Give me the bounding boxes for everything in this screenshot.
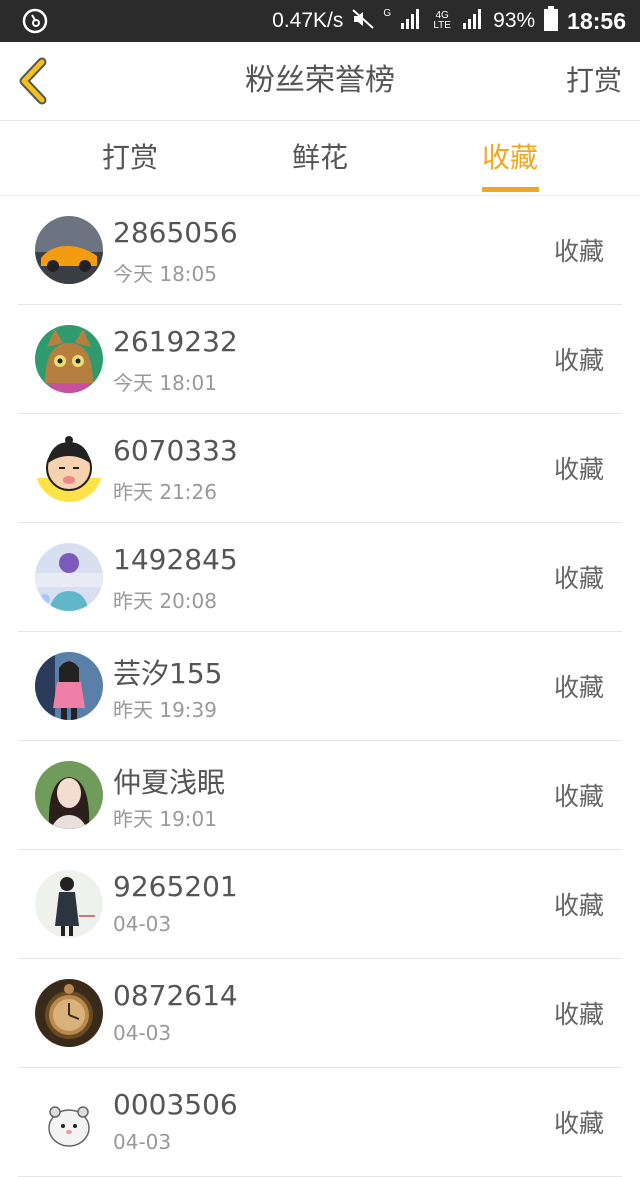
favorite-label: 收藏	[553, 1109, 604, 1138]
clock: 18:56	[567, 7, 626, 34]
avatar	[35, 979, 103, 1047]
page-title: 粉丝荣誉榜	[245, 63, 395, 98]
network-type-lte: 4G LTE	[433, 10, 451, 31]
avatar	[35, 325, 103, 393]
favorite-label: 收藏	[553, 455, 604, 484]
notification-icon	[22, 8, 48, 34]
fan-name: 2865056	[113, 216, 238, 249]
fan-time: 04-03	[113, 1021, 172, 1045]
avatar	[35, 543, 103, 611]
fan-name: 2619232	[113, 325, 238, 358]
list-item[interactable]: 芸汐155 昨天 19:39 收藏	[18, 632, 622, 741]
tab-flowers[interactable]: 鲜花	[260, 121, 380, 195]
battery-icon	[543, 6, 559, 36]
list-item[interactable]: 0003506 04-03 收藏	[18, 1068, 622, 1177]
avatar	[35, 761, 103, 829]
list-item[interactable]: 2865056 今天 18:05 收藏	[18, 196, 622, 305]
avatar	[35, 1088, 103, 1156]
status-bar: 0.47K/s G 4G LTE 93% 18:56	[0, 0, 640, 42]
fan-name: 6070333	[113, 434, 238, 467]
favorite-label: 收藏	[553, 673, 604, 702]
network-type-g: G	[383, 8, 392, 19]
list-item[interactable]: 9265201 04-03 收藏	[18, 850, 622, 959]
app-header: 粉丝荣誉榜 打赏	[0, 42, 640, 121]
list-item[interactable]: 0872614 04-03 收藏	[18, 959, 622, 1068]
fan-name: 仲夏浅眠	[113, 766, 226, 799]
tab-bar: 打赏 鲜花 收藏	[0, 121, 640, 196]
battery-percent: 93%	[493, 9, 536, 32]
tab-favorites[interactable]: 收藏	[450, 121, 570, 195]
fan-time: 昨天 19:39	[113, 698, 217, 722]
fan-name: 0003506	[113, 1088, 238, 1121]
list-item[interactable]: 2619232 今天 18:01 收藏	[18, 305, 622, 414]
fan-name: 1492845	[113, 543, 238, 576]
list-item[interactable]: 1492845 昨天 20:08 收藏	[18, 523, 622, 632]
favorite-label: 收藏	[553, 891, 604, 920]
avatar	[35, 870, 103, 938]
active-tab-indicator	[482, 187, 539, 192]
fan-name: 9265201	[113, 870, 238, 903]
signal-icon	[399, 7, 423, 35]
favorite-label: 收藏	[553, 564, 604, 593]
fan-list: 2865056 今天 18:05 收藏 2619232 今天 18:01 收藏	[0, 196, 640, 1177]
list-item[interactable]: 仲夏浅眠 昨天 19:01 收藏	[18, 741, 622, 850]
avatar	[35, 652, 103, 720]
tab-tip[interactable]: 打赏	[70, 121, 190, 195]
fan-time: 04-03	[113, 1130, 172, 1154]
avatar	[35, 434, 103, 502]
network-speed: 0.47K/s	[272, 9, 344, 32]
tip-button[interactable]: 打赏	[566, 42, 622, 120]
fan-name: 芸汐155	[113, 657, 223, 690]
avatar	[35, 216, 103, 284]
favorite-label: 收藏	[553, 782, 604, 811]
fan-name: 0872614	[113, 979, 238, 1012]
fan-time: 04-03	[113, 912, 172, 936]
mute-icon	[351, 7, 375, 35]
fan-time: 今天 18:05	[113, 262, 217, 286]
signal-icon	[461, 7, 485, 35]
fan-time: 昨天 21:26	[113, 480, 217, 504]
favorite-label: 收藏	[553, 1000, 604, 1029]
fan-time: 昨天 19:01	[113, 807, 217, 831]
fan-time: 昨天 20:08	[113, 589, 217, 613]
fan-time: 今天 18:01	[113, 371, 217, 395]
favorite-label: 收藏	[553, 346, 604, 375]
favorite-label: 收藏	[553, 237, 604, 266]
list-item[interactable]: 6070333 昨天 21:26 收藏	[18, 414, 622, 523]
